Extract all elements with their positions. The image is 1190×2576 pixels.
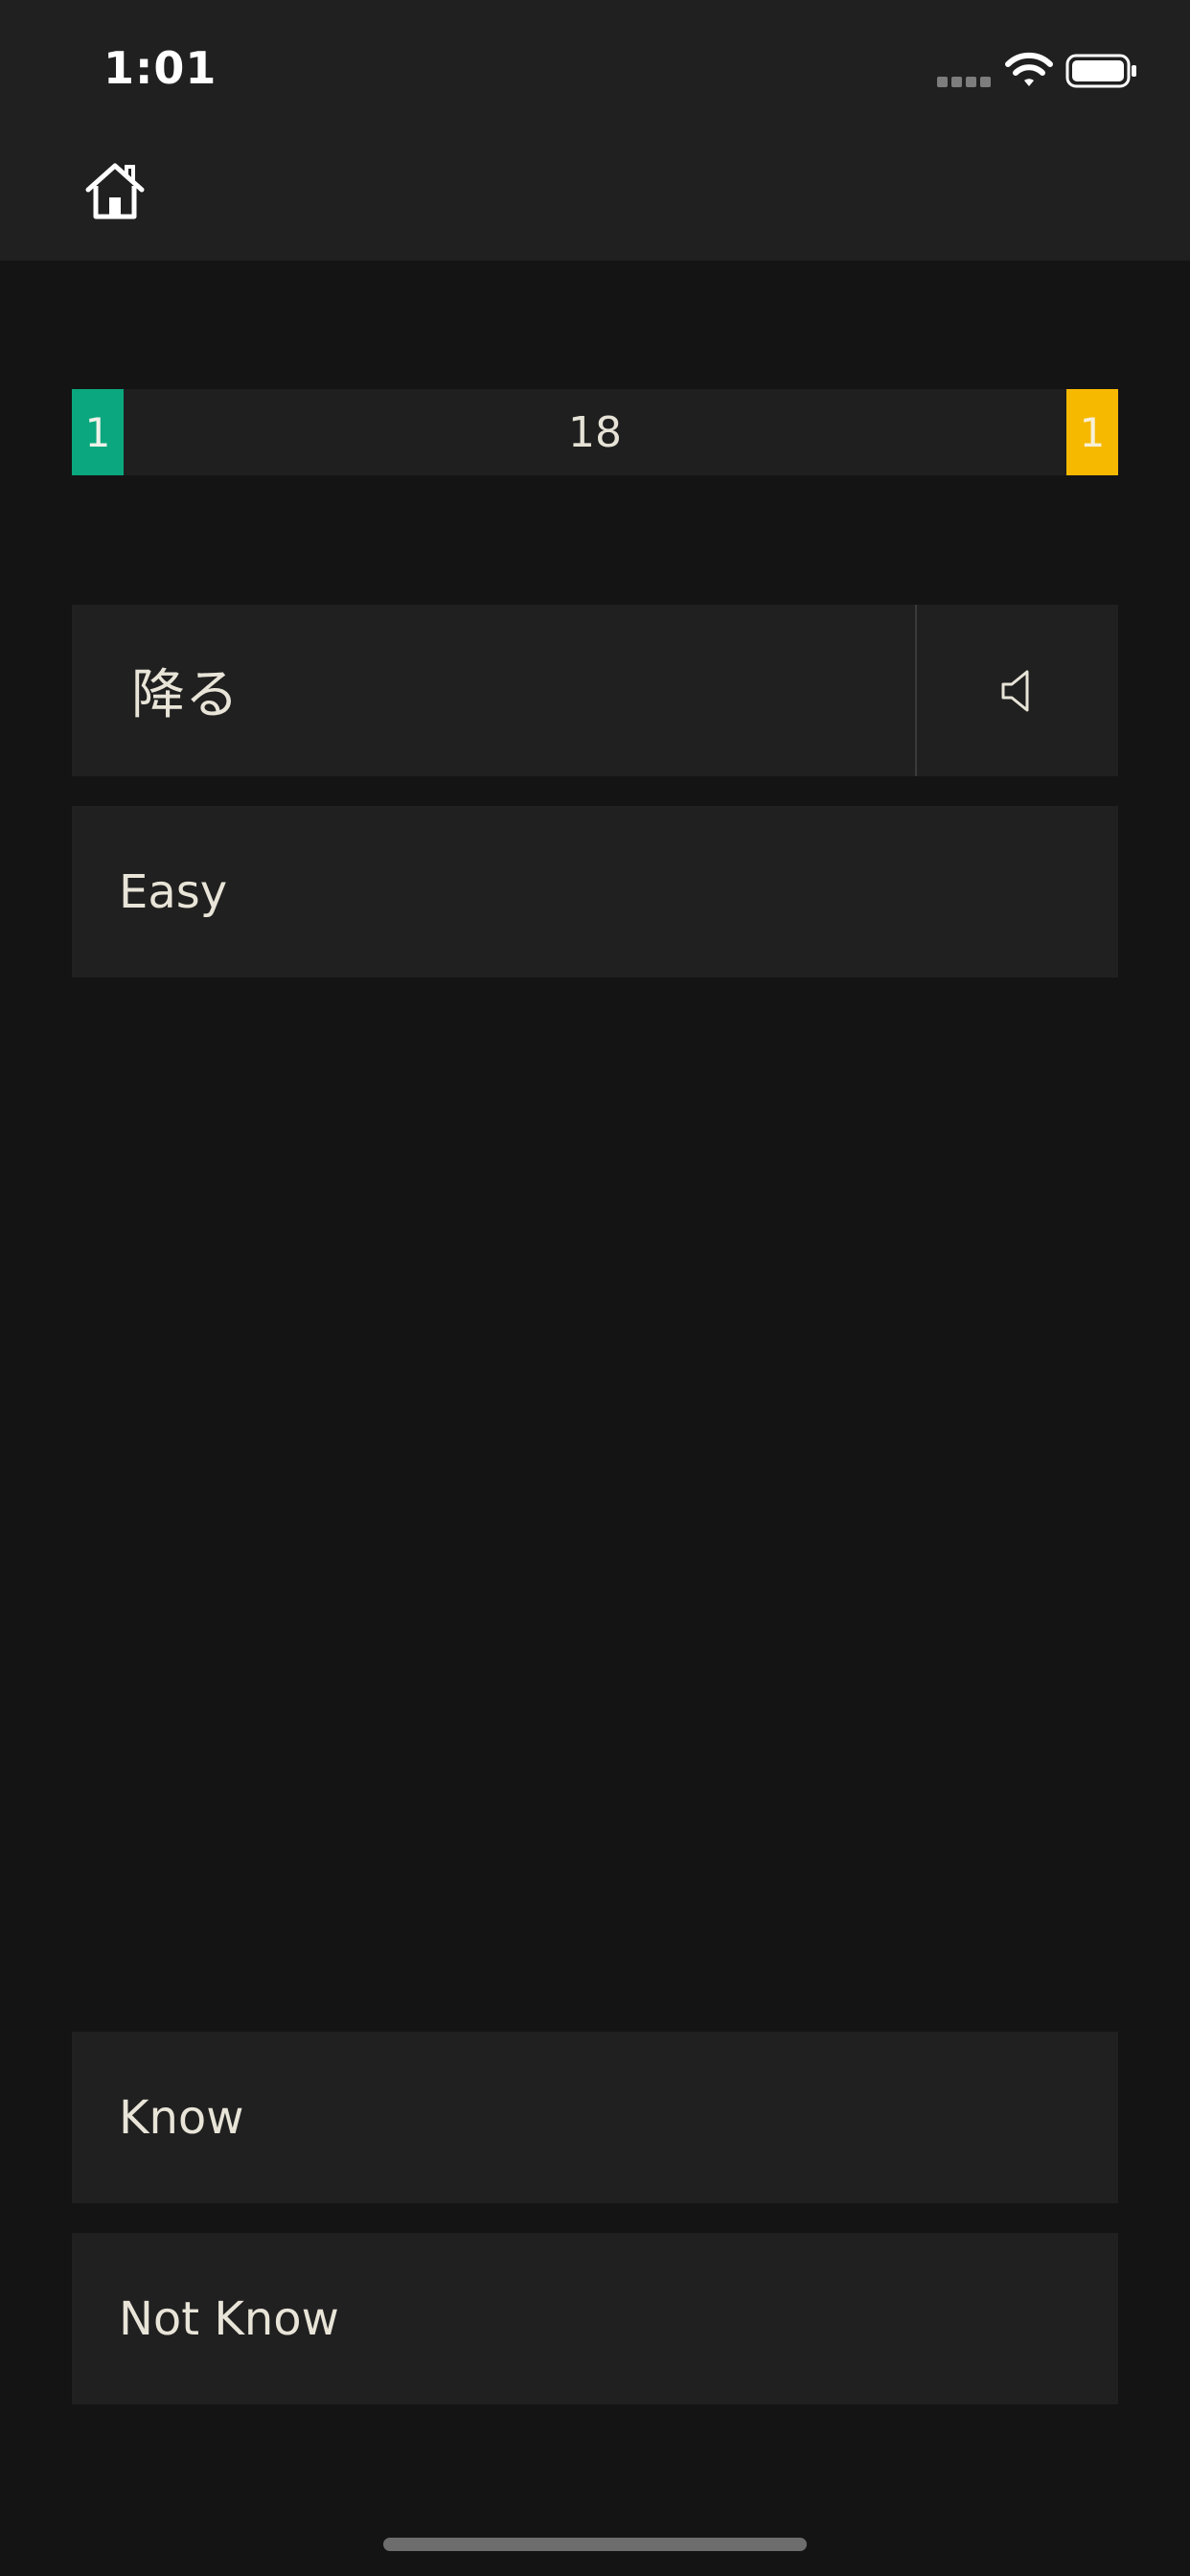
remaining-count: 18: [568, 407, 622, 457]
home-icon[interactable]: [82, 161, 148, 220]
know-button[interactable]: Know: [72, 2032, 1118, 2203]
word-card: 降る: [72, 605, 1118, 776]
wifi-icon: [1005, 52, 1053, 86]
top-bar: 1:01: [0, 0, 1190, 261]
unknown-count: 1: [1066, 389, 1118, 475]
not-know-button-label: Not Know: [119, 2291, 339, 2346]
home-indicator: [383, 2538, 807, 2551]
meaning-text: Easy: [119, 864, 228, 919]
meaning-card: Easy: [72, 806, 1118, 978]
know-button-label: Know: [119, 2090, 244, 2145]
play-audio-button[interactable]: [917, 605, 1118, 776]
progress-bar: 1 18 1: [72, 389, 1118, 475]
battery-icon: [1065, 54, 1136, 88]
not-know-button[interactable]: Not Know: [72, 2233, 1118, 2404]
known-count: 1: [72, 389, 124, 475]
word-text: 降る: [131, 664, 239, 726]
cellular-signal-icon: [937, 77, 991, 88]
speaker-icon: [1001, 670, 1029, 711]
status-time: 1:01: [103, 42, 217, 94]
